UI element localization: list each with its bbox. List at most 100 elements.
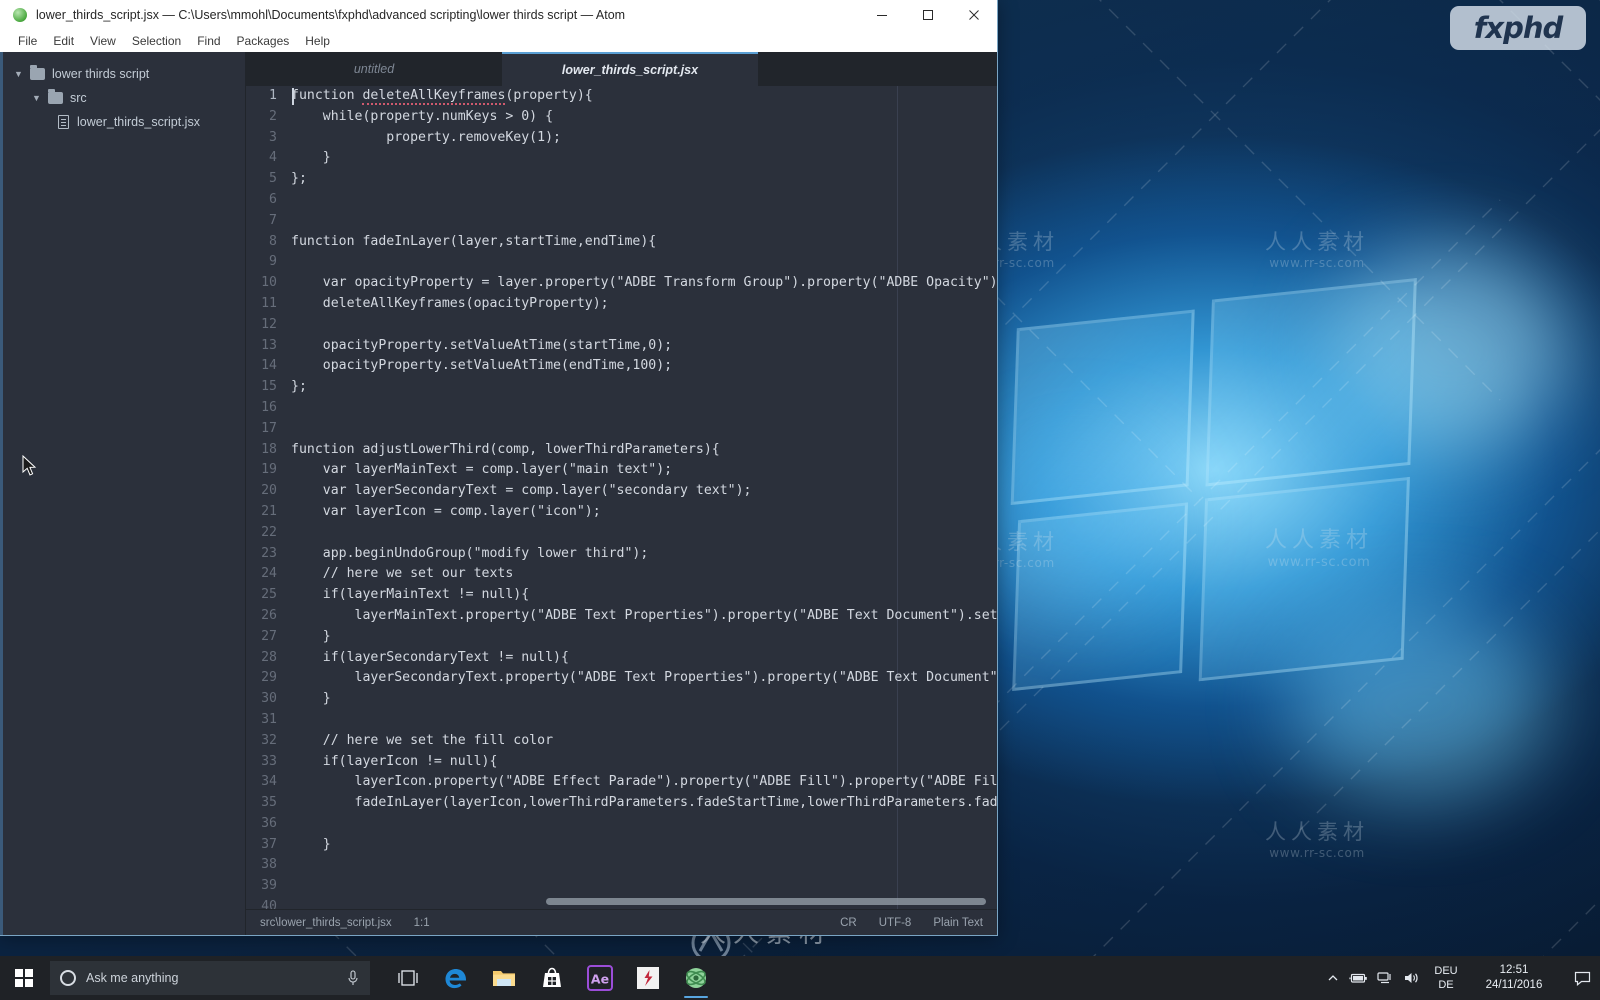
code-line[interactable]: 27 }: [246, 627, 997, 648]
code-line[interactable]: 8 function fadeInLayer(layer,startTime,en…: [246, 232, 997, 253]
window-title: lower_thirds_script.jsx — C:\Users\mmohl…: [36, 8, 626, 22]
code-line[interactable]: 18 function adjustLowerThird(comp, lowerT…: [246, 440, 997, 461]
atom-icon[interactable]: [672, 956, 720, 1000]
atom-window[interactable]: lower_thirds_script.jsx — C:\Users\mmohl…: [0, 0, 998, 936]
code-line[interactable]: 6: [246, 190, 997, 211]
status-encoding[interactable]: UTF-8: [879, 917, 912, 929]
code-line[interactable]: 20 var layerSecondaryText = comp.layer("…: [246, 481, 997, 502]
system-tray[interactable]: DEU DE 12:51 24/11/2016: [1320, 956, 1600, 1000]
code-lines[interactable]: 1 function deleteAllKeyframes(property){2…: [246, 86, 997, 909]
start-button[interactable]: [0, 956, 48, 1000]
menu-item-selection[interactable]: Selection: [124, 32, 189, 50]
status-grammar[interactable]: Plain Text: [933, 917, 983, 929]
line-number: 30: [261, 691, 277, 707]
code-line[interactable]: 2 while(property.numKeys > 0) {: [246, 107, 997, 128]
cortana-icon: [60, 970, 76, 986]
code-line[interactable]: 33 if(layerIcon != null){: [246, 752, 997, 773]
code-line[interactable]: 19 var layerMainText = comp.layer("main …: [246, 460, 997, 481]
horizontal-scrollbar[interactable]: [546, 898, 986, 905]
code-line[interactable]: 39: [246, 876, 997, 897]
close-button[interactable]: [951, 0, 997, 30]
microsoft-store-icon[interactable]: [528, 956, 576, 1000]
window-controls[interactable]: [859, 0, 997, 30]
project-tree[interactable]: ▼ lower thirds script ▼ src lower_thirds…: [0, 52, 246, 935]
status-cursor-position[interactable]: 1:1: [414, 917, 430, 929]
code-line[interactable]: 31: [246, 710, 997, 731]
tree-item-file[interactable]: lower_thirds_script.jsx: [0, 110, 245, 134]
code-line[interactable]: 22: [246, 523, 997, 544]
menu-item-packages[interactable]: Packages: [229, 32, 298, 50]
code-text: // here we set our texts: [291, 566, 514, 582]
taskbar-items[interactable]: Ae: [384, 956, 720, 1000]
code-line[interactable]: 34 layerIcon.property("ADBE Effect Parad…: [246, 772, 997, 793]
network-icon[interactable]: [1372, 956, 1398, 1000]
clock[interactable]: 12:51 24/11/2016: [1468, 963, 1564, 993]
status-file-path[interactable]: src\lower_thirds_script.jsx: [260, 917, 392, 929]
code-editor[interactable]: 1 function deleteAllKeyframes(property){2…: [246, 86, 997, 909]
chevron-down-icon[interactable]: ▼: [32, 93, 44, 103]
code-line[interactable]: 37 }: [246, 835, 997, 856]
tree-item-src[interactable]: ▼ src: [0, 86, 245, 110]
code-line[interactable]: 13 opacityProperty.setValueAtTime(startT…: [246, 336, 997, 357]
action-center-icon[interactable]: [1564, 956, 1600, 1000]
menu-item-find[interactable]: Find: [189, 32, 228, 50]
menu-item-help[interactable]: Help: [297, 32, 338, 50]
language-bottom: DE: [1438, 979, 1454, 991]
code-text: fadeInLayer(layerIcon,lowerThirdParamete…: [291, 795, 997, 811]
code-line[interactable]: 12: [246, 315, 997, 336]
search-input[interactable]: Ask me anything: [50, 961, 370, 995]
tab-lower-thirds-script[interactable]: lower_thirds_script.jsx: [502, 52, 758, 86]
edge-icon[interactable]: [432, 956, 480, 1000]
menu-item-view[interactable]: View: [82, 32, 124, 50]
language-indicator[interactable]: DEU DE: [1424, 964, 1468, 992]
menu-item-edit[interactable]: Edit: [45, 32, 82, 50]
status-bar[interactable]: src\lower_thirds_script.jsx 1:1 CR UTF-8…: [246, 909, 997, 935]
maximize-button[interactable]: [905, 0, 951, 30]
code-line[interactable]: 35 fadeInLayer(layerIcon,lowerThirdParam…: [246, 793, 997, 814]
code-line[interactable]: 32 // here we set the fill color: [246, 731, 997, 752]
mischief-icon[interactable]: [624, 956, 672, 1000]
menu-bar[interactable]: File Edit View Selection Find Packages H…: [0, 30, 997, 52]
line-number: 27: [261, 628, 277, 644]
menu-item-file[interactable]: File: [10, 32, 45, 50]
taskbar[interactable]: Ask me anything Ae DEU DE 12:51 24/11/20…: [0, 956, 1600, 1000]
code-line[interactable]: 26 layerMainText.property("ADBE Text Pro…: [246, 606, 997, 627]
volume-icon[interactable]: [1398, 956, 1424, 1000]
code-line[interactable]: 17: [246, 419, 997, 440]
code-line[interactable]: 14 opacityProperty.setValueAtTime(endTim…: [246, 356, 997, 377]
code-line[interactable]: 3 property.removeKey(1);: [246, 128, 997, 149]
line-number: 17: [261, 420, 277, 436]
code-line[interactable]: 15};: [246, 377, 997, 398]
battery-icon[interactable]: [1346, 956, 1372, 1000]
tab-untitled[interactable]: untitled: [246, 52, 502, 86]
code-line[interactable]: 25 if(layerMainText != null){: [246, 585, 997, 606]
minimize-button[interactable]: [859, 0, 905, 30]
code-line[interactable]: 24 // here we set our texts: [246, 564, 997, 585]
code-line[interactable]: 29 layerSecondaryText.property("ADBE Tex…: [246, 668, 997, 689]
code-line[interactable]: 10 var opacityProperty = layer.property(…: [246, 273, 997, 294]
chevron-up-icon[interactable]: [1320, 956, 1346, 1000]
status-line-ending[interactable]: CR: [840, 917, 857, 929]
code-line[interactable]: 38: [246, 855, 997, 876]
code-line[interactable]: 4 }: [246, 148, 997, 169]
code-line[interactable]: 16: [246, 398, 997, 419]
microphone-icon[interactable]: [346, 970, 360, 986]
code-line[interactable]: 30 }: [246, 689, 997, 710]
after-effects-icon[interactable]: Ae: [576, 956, 624, 1000]
tab-bar[interactable]: untitled lower_thirds_script.jsx: [246, 52, 997, 86]
code-line[interactable]: 23 app.beginUndoGroup("modify lower thir…: [246, 544, 997, 565]
code-line[interactable]: 11 deleteAllKeyframes(opacityProperty);: [246, 294, 997, 315]
code-line[interactable]: 7: [246, 211, 997, 232]
tree-item-project-root[interactable]: ▼ lower thirds script: [0, 62, 245, 86]
code-line[interactable]: 28 if(layerSecondaryText != null){: [246, 648, 997, 669]
task-view-icon[interactable]: [384, 956, 432, 1000]
chevron-down-icon[interactable]: ▼: [14, 69, 26, 79]
file-icon: [58, 115, 69, 129]
code-line[interactable]: 36: [246, 814, 997, 835]
code-line[interactable]: 1 function deleteAllKeyframes(property){: [246, 86, 997, 107]
file-explorer-icon[interactable]: [480, 956, 528, 1000]
code-line[interactable]: 9: [246, 252, 997, 273]
code-line[interactable]: 5};: [246, 169, 997, 190]
code-line[interactable]: 21 var layerIcon = comp.layer("icon");: [246, 502, 997, 523]
